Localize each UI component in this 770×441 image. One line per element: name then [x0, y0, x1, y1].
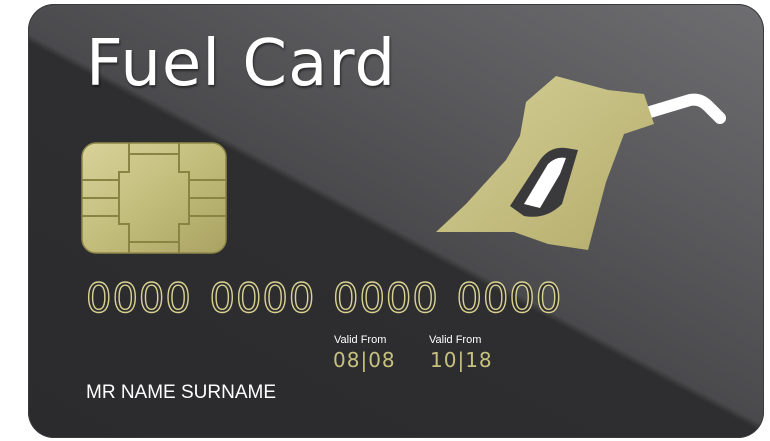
valid-from-label-1: Valid From — [334, 334, 387, 346]
chip-icon — [81, 142, 227, 254]
valid-from-label-2: Valid From — [429, 334, 482, 346]
cardholder-name: MR NAME SURNAME — [86, 382, 277, 403]
valid-from-value-2: 10|18 — [430, 348, 493, 372]
valid-from-value-1: 08|08 — [333, 348, 396, 372]
card-title: Fuel Card — [86, 27, 397, 101]
fuel-nozzle-icon — [436, 76, 726, 250]
card-number: 0000 0000 0000 0000 — [85, 275, 563, 322]
fuel-card: Fuel Card 0000 0000 0000 0000 Valid From… — [28, 4, 764, 438]
